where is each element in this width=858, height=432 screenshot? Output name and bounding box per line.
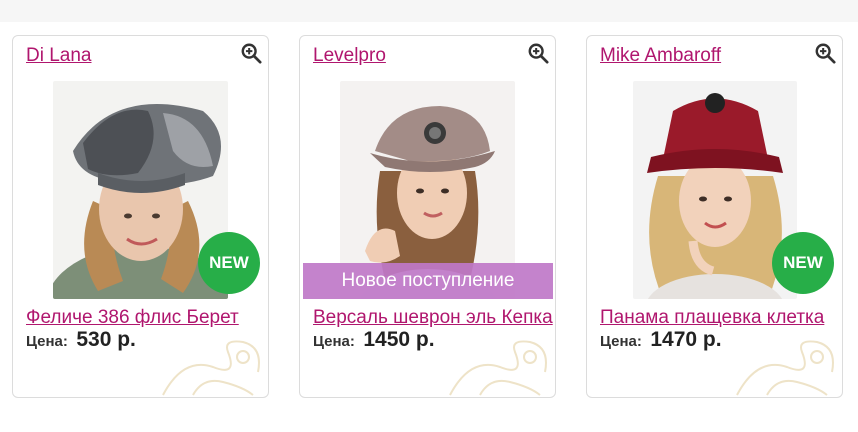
product-title-link[interactable]: Феличе 386 флис Берет [26,307,268,329]
price-value: 1450 р. [363,328,435,351]
price-row: Цена: 1450 р. [313,328,435,352]
top-strip [0,0,858,22]
price-row: Цена: 530 р. [26,328,136,352]
product-title-link[interactable]: Версаль шеврон эль Кепка [313,307,555,329]
new-arrival-banner: Новое поступление [303,263,553,299]
new-badge: NEW [772,232,834,294]
zoom-in-icon[interactable] [527,42,549,64]
price-row: Цена: 1470 р. [600,328,722,352]
floral-ornament [736,340,834,396]
price-label: Цена: [600,333,642,350]
price-label: Цена: [26,333,68,350]
brand-link[interactable]: Levelpro [313,45,386,67]
zoom-in-icon[interactable] [814,42,836,64]
product-card[interactable]: Di Lana NEW Феличе 386 флис Берет Цена: … [12,35,269,398]
product-card[interactable]: Levelpro Новое поступление Версаль шевро… [299,35,556,398]
floral-ornament [162,340,260,396]
floral-ornament [449,340,547,396]
product-card[interactable]: Mike Ambaroff NEW Панама плащевка клетка… [586,35,843,398]
brand-link[interactable]: Mike Ambaroff [600,45,721,67]
price-value: 530 р. [76,328,136,351]
product-title-link[interactable]: Панама плащевка клетка [600,307,842,329]
price-label: Цена: [313,333,355,350]
price-value: 1470 р. [650,328,722,351]
zoom-in-icon[interactable] [240,42,262,64]
brand-link[interactable]: Di Lana [26,45,92,67]
new-badge: NEW [198,232,260,294]
